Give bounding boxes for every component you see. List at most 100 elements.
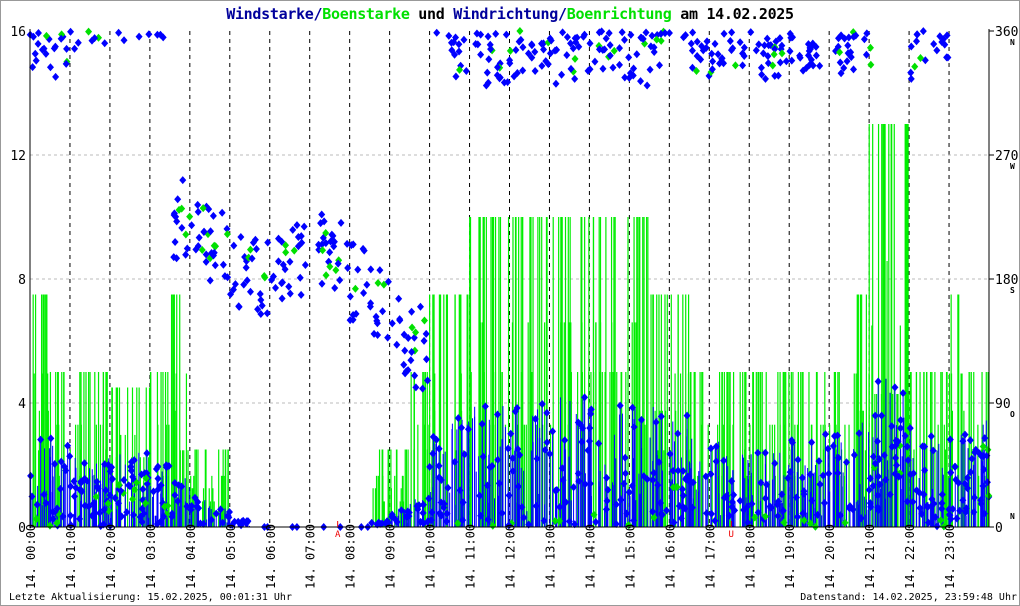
direction-point — [599, 64, 607, 73]
gust-direction-point — [516, 27, 524, 36]
direction-point — [637, 77, 645, 86]
direction-point — [206, 276, 214, 285]
direction-point — [376, 266, 384, 275]
direction-point — [747, 28, 755, 37]
direction-point — [763, 34, 771, 43]
direction-point — [492, 29, 500, 38]
direction-point — [559, 28, 567, 37]
direction-point — [179, 176, 187, 185]
direction-point — [135, 32, 143, 41]
direction-point — [337, 218, 345, 227]
direction-point — [384, 333, 392, 342]
direction-point — [71, 44, 79, 53]
direction-point — [363, 280, 371, 289]
x-tick-label: 14. 01:00 — [64, 524, 78, 589]
direction-point — [395, 294, 403, 303]
direction-point — [519, 43, 527, 52]
y-tick-label-left: 16 — [10, 25, 26, 40]
plot-area: 04812160N90O180S270W360N14. 00:00 14. 01:… — [10, 25, 1018, 589]
direction-point — [183, 244, 191, 253]
direction-point — [318, 210, 326, 219]
direction-point — [703, 37, 711, 46]
direction-point — [32, 56, 40, 65]
direction-point — [609, 63, 617, 72]
y-tick-label-right: 180 — [995, 273, 1018, 288]
y-tick-label-right: 0 — [995, 521, 1003, 536]
x-tick-label: 14. 17:00 — [703, 524, 717, 589]
direction-point — [953, 514, 961, 523]
direction-point — [445, 31, 453, 40]
direction-point — [331, 283, 339, 292]
direction-point — [178, 223, 186, 232]
direction-point — [502, 30, 510, 39]
compass-letter: S — [1010, 286, 1015, 295]
compass-letter: N — [1010, 38, 1015, 47]
x-tick-label: 14. 15:00 — [623, 524, 637, 589]
x-tick-label: 14. 08:00 — [344, 524, 358, 589]
data-status-text: Datenstand: 14.02.2025, 23:59:48 Uhr — [800, 592, 1017, 603]
direction-point — [230, 241, 238, 250]
speed-point — [603, 473, 611, 482]
direction-point — [571, 74, 579, 83]
direction-point — [407, 356, 415, 365]
speed-point — [874, 377, 882, 386]
direction-point — [422, 329, 430, 338]
x-tick-label: 14. 06:00 — [264, 524, 278, 589]
direction-point — [606, 41, 614, 50]
direction-point — [760, 41, 768, 50]
direction-point — [615, 60, 623, 69]
direction-point — [907, 68, 915, 77]
direction-point — [393, 340, 401, 349]
gust-direction-point — [246, 245, 254, 254]
direction-point — [246, 287, 254, 296]
direction-point — [120, 36, 128, 45]
direction-point — [844, 41, 852, 50]
direction-point — [120, 475, 128, 484]
direction-point — [336, 276, 344, 285]
direction-point — [452, 72, 460, 81]
x-tick-label: 14. 22:00 — [903, 524, 917, 589]
direction-point — [736, 38, 744, 47]
direction-point — [115, 28, 123, 37]
compass-letter: N — [1010, 512, 1015, 521]
direction-point — [618, 28, 626, 37]
direction-point — [401, 346, 409, 355]
chart-window: Windstarke/Boenstarke und Windrichtung/B… — [0, 0, 1020, 606]
direction-point — [591, 57, 599, 66]
direction-point — [412, 383, 420, 392]
x-tick-label: 14. 04:00 — [184, 524, 198, 589]
direction-point — [194, 200, 202, 209]
gust-direction-point — [374, 278, 382, 287]
direction-point — [643, 81, 651, 90]
direction-point — [318, 279, 326, 288]
direction-point — [420, 336, 428, 345]
direction-point — [689, 28, 697, 37]
direction-point — [688, 46, 696, 55]
gust-direction-point — [420, 316, 428, 325]
direction-point — [211, 261, 219, 270]
x-tick-label: 14. 09:00 — [384, 524, 398, 589]
direction-point — [63, 44, 71, 53]
y-tick-label-left: 12 — [10, 149, 26, 164]
speed-point — [80, 459, 88, 468]
y-tick-label-left: 8 — [18, 273, 26, 288]
speed-point — [891, 383, 899, 392]
direction-point — [786, 47, 794, 56]
direction-point — [300, 222, 308, 231]
direction-point — [913, 30, 921, 39]
direction-point — [252, 245, 260, 254]
direction-point — [930, 40, 938, 49]
direction-point — [966, 436, 974, 445]
direction-point — [816, 61, 824, 70]
direction-point — [34, 39, 42, 48]
x-tick-label: 14. 23:00 — [943, 524, 957, 589]
x-tick-label: 14. 00:00 — [24, 524, 38, 589]
direction-point — [665, 28, 673, 37]
gust-direction-point — [322, 271, 330, 280]
direction-point — [101, 39, 109, 48]
direction-point — [188, 221, 196, 230]
direction-point — [913, 37, 921, 46]
x-tick-label: 14. 03:00 — [144, 524, 158, 589]
direction-point — [31, 49, 39, 58]
direction-point — [869, 452, 877, 461]
